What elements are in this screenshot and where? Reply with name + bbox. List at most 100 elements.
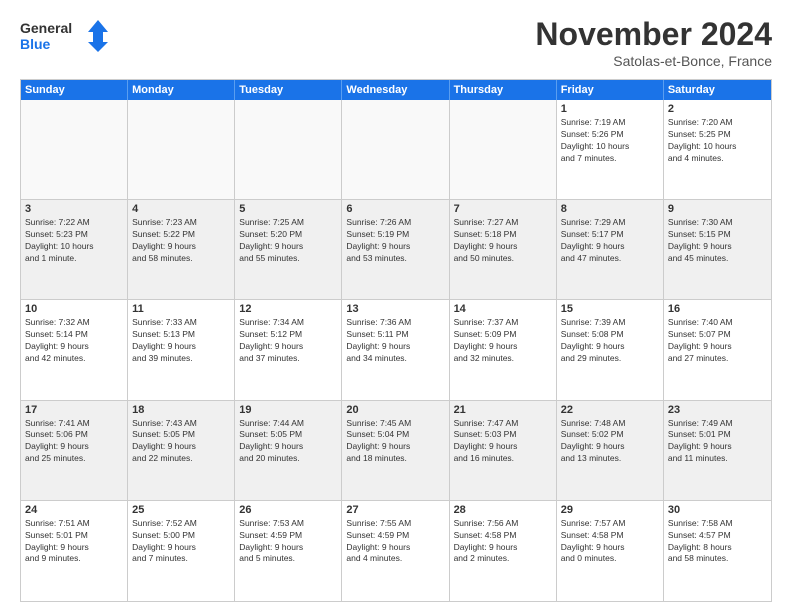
day-cell-29: 29Sunrise: 7:57 AMSunset: 4:58 PMDayligh… <box>557 501 664 601</box>
day-cell-18: 18 Sunrise: 7:43 AMSunset: 5:05 PMDayligh… <box>128 401 235 500</box>
day-info: Sunrise: 7:25 AMSunset: 5:20 PMDaylight:… <box>239 217 337 265</box>
day-info: Sunrise: 7:51 AMSunset: 5:01 PMDaylight:… <box>25 518 123 566</box>
day-info: Sunrise: 7:34 AMSunset: 5:12 PMDaylight:… <box>239 317 337 365</box>
header-day-friday: Friday <box>557 80 664 100</box>
day-info: Sunrise: 7:26 AMSunset: 5:19 PMDaylight:… <box>346 217 444 265</box>
day-cell-6: 6 Sunrise: 7:26 AMSunset: 5:19 PMDaylight… <box>342 200 449 299</box>
day-cell-10: 10 Sunrise: 7:32 AMSunset: 5:14 PMDayligh… <box>21 300 128 399</box>
svg-text:Blue: Blue <box>20 36 51 52</box>
day-number: 10 <box>25 303 123 315</box>
day-info: Sunrise: 7:44 AMSunset: 5:05 PMDaylight:… <box>239 418 337 466</box>
day-info: Sunrise: 7:49 AMSunset: 5:01 PMDaylight:… <box>668 418 767 466</box>
day-number: 13 <box>346 303 444 315</box>
day-info: Sunrise: 7:56 AMSunset: 4:58 PMDaylight:… <box>454 518 552 566</box>
day-info: Sunrise: 7:32 AMSunset: 5:14 PMDaylight:… <box>25 317 123 365</box>
day-info: Sunrise: 7:40 AMSunset: 5:07 PMDaylight:… <box>668 317 767 365</box>
month-title: November 2024 <box>535 16 772 53</box>
day-number: 4 <box>132 203 230 215</box>
day-number: 5 <box>239 203 337 215</box>
header-day-wednesday: Wednesday <box>342 80 449 100</box>
day-cell-3: 3 Sunrise: 7:22 AMSunset: 5:23 PMDaylight… <box>21 200 128 299</box>
day-cell-7: 7Sunrise: 7:27 AMSunset: 5:18 PMDaylight… <box>450 200 557 299</box>
day-cell-28: 28 Sunrise: 7:56 AMSunset: 4:58 PMDayligh… <box>450 501 557 601</box>
day-info: Sunrise: 7:47 AMSunset: 5:03 PMDaylight:… <box>454 418 552 466</box>
calendar: SundayMondayTuesdayWednesdayThursdayFrid… <box>20 79 772 602</box>
day-cell-5: 5 Sunrise: 7:25 AMSunset: 5:20 PMDaylight… <box>235 200 342 299</box>
day-number: 2 <box>668 103 767 115</box>
day-number: 24 <box>25 504 123 516</box>
day-cell-17: 17Sunrise: 7:41 AMSunset: 5:06 PMDayligh… <box>21 401 128 500</box>
header-day-tuesday: Tuesday <box>235 80 342 100</box>
day-info: Sunrise: 7:45 AMSunset: 5:04 PMDaylight:… <box>346 418 444 466</box>
day-info: Sunrise: 7:55 AMSunset: 4:59 PMDaylight:… <box>346 518 444 566</box>
day-info: Sunrise: 7:33 AMSunset: 5:13 PMDaylight:… <box>132 317 230 365</box>
day-number: 3 <box>25 203 123 215</box>
empty-cell <box>342 100 449 199</box>
day-info: Sunrise: 7:19 AMSunset: 5:26 PMDaylight:… <box>561 117 659 165</box>
day-info: Sunrise: 7:20 AMSunset: 5:25 PMDaylight:… <box>668 117 767 165</box>
svg-text:General: General <box>20 20 72 36</box>
day-cell-23: 23 Sunrise: 7:49 AMSunset: 5:01 PMDayligh… <box>664 401 771 500</box>
day-number: 23 <box>668 404 767 416</box>
day-cell-21: 21 Sunrise: 7:47 AMSunset: 5:03 PMDayligh… <box>450 401 557 500</box>
day-info: Sunrise: 7:43 AMSunset: 5:05 PMDaylight:… <box>132 418 230 466</box>
day-info: Sunrise: 7:23 AMSunset: 5:22 PMDaylight:… <box>132 217 230 265</box>
day-info: Sunrise: 7:36 AMSunset: 5:11 PMDaylight:… <box>346 317 444 365</box>
day-info: Sunrise: 7:22 AMSunset: 5:23 PMDaylight:… <box>25 217 123 265</box>
day-number: 12 <box>239 303 337 315</box>
header-day-thursday: Thursday <box>450 80 557 100</box>
day-info: Sunrise: 7:53 AMSunset: 4:59 PMDaylight:… <box>239 518 337 566</box>
empty-cell <box>21 100 128 199</box>
day-cell-14: 14Sunrise: 7:37 AMSunset: 5:09 PMDayligh… <box>450 300 557 399</box>
header-day-monday: Monday <box>128 80 235 100</box>
header-day-sunday: Sunday <box>21 80 128 100</box>
day-cell-11: 11Sunrise: 7:33 AMSunset: 5:13 PMDayligh… <box>128 300 235 399</box>
empty-cell <box>235 100 342 199</box>
day-number: 20 <box>346 404 444 416</box>
day-number: 19 <box>239 404 337 416</box>
day-number: 30 <box>668 504 767 516</box>
day-cell-27: 27 Sunrise: 7:55 AMSunset: 4:59 PMDayligh… <box>342 501 449 601</box>
day-info: Sunrise: 7:39 AMSunset: 5:08 PMDaylight:… <box>561 317 659 365</box>
day-info: Sunrise: 7:30 AMSunset: 5:15 PMDaylight:… <box>668 217 767 265</box>
header-day-saturday: Saturday <box>664 80 771 100</box>
day-number: 22 <box>561 404 659 416</box>
day-number: 27 <box>346 504 444 516</box>
day-number: 21 <box>454 404 552 416</box>
day-cell-12: 12 Sunrise: 7:34 AMSunset: 5:12 PMDayligh… <box>235 300 342 399</box>
day-cell-26: 26 Sunrise: 7:53 AMSunset: 4:59 PMDayligh… <box>235 501 342 601</box>
page-header: General Blue November 2024 Satolas-et-Bo… <box>20 16 772 69</box>
day-number: 25 <box>132 504 230 516</box>
day-number: 18 <box>132 404 230 416</box>
location: Satolas-et-Bonce, France <box>535 53 772 69</box>
day-cell-8: 8Sunrise: 7:29 AMSunset: 5:17 PMDaylight… <box>557 200 664 299</box>
empty-cell <box>450 100 557 199</box>
day-number: 29 <box>561 504 659 516</box>
calendar-week-0: 1 Sunrise: 7:19 AMSunset: 5:26 PMDaylight… <box>21 100 771 200</box>
day-info: Sunrise: 7:48 AMSunset: 5:02 PMDaylight:… <box>561 418 659 466</box>
calendar-week-1: 3 Sunrise: 7:22 AMSunset: 5:23 PMDaylight… <box>21 200 771 300</box>
day-cell-19: 19 Sunrise: 7:44 AMSunset: 5:05 PMDayligh… <box>235 401 342 500</box>
day-number: 8 <box>561 203 659 215</box>
day-cell-9: 9 Sunrise: 7:30 AMSunset: 5:15 PMDaylight… <box>664 200 771 299</box>
logo-svg: General Blue <box>20 16 110 56</box>
day-cell-22: 22 Sunrise: 7:48 AMSunset: 5:02 PMDayligh… <box>557 401 664 500</box>
day-number: 6 <box>346 203 444 215</box>
day-cell-30: 30 Sunrise: 7:58 AMSunset: 4:57 PMDayligh… <box>664 501 771 601</box>
day-number: 14 <box>454 303 552 315</box>
day-number: 1 <box>561 103 659 115</box>
day-number: 15 <box>561 303 659 315</box>
day-cell-25: 25Sunrise: 7:52 AMSunset: 5:00 PMDayligh… <box>128 501 235 601</box>
day-number: 26 <box>239 504 337 516</box>
day-number: 9 <box>668 203 767 215</box>
day-number: 28 <box>454 504 552 516</box>
day-cell-24: 24 Sunrise: 7:51 AMSunset: 5:01 PMDayligh… <box>21 501 128 601</box>
day-info: Sunrise: 7:27 AMSunset: 5:18 PMDaylight:… <box>454 217 552 265</box>
day-info: Sunrise: 7:41 AMSunset: 5:06 PMDaylight:… <box>25 418 123 466</box>
calendar-week-3: 17Sunrise: 7:41 AMSunset: 5:06 PMDayligh… <box>21 401 771 501</box>
logo: General Blue <box>20 16 110 56</box>
calendar-body: 1 Sunrise: 7:19 AMSunset: 5:26 PMDaylight… <box>21 100 771 601</box>
calendar-week-2: 10 Sunrise: 7:32 AMSunset: 5:14 PMDayligh… <box>21 300 771 400</box>
day-info: Sunrise: 7:58 AMSunset: 4:57 PMDaylight:… <box>668 518 767 566</box>
day-number: 16 <box>668 303 767 315</box>
